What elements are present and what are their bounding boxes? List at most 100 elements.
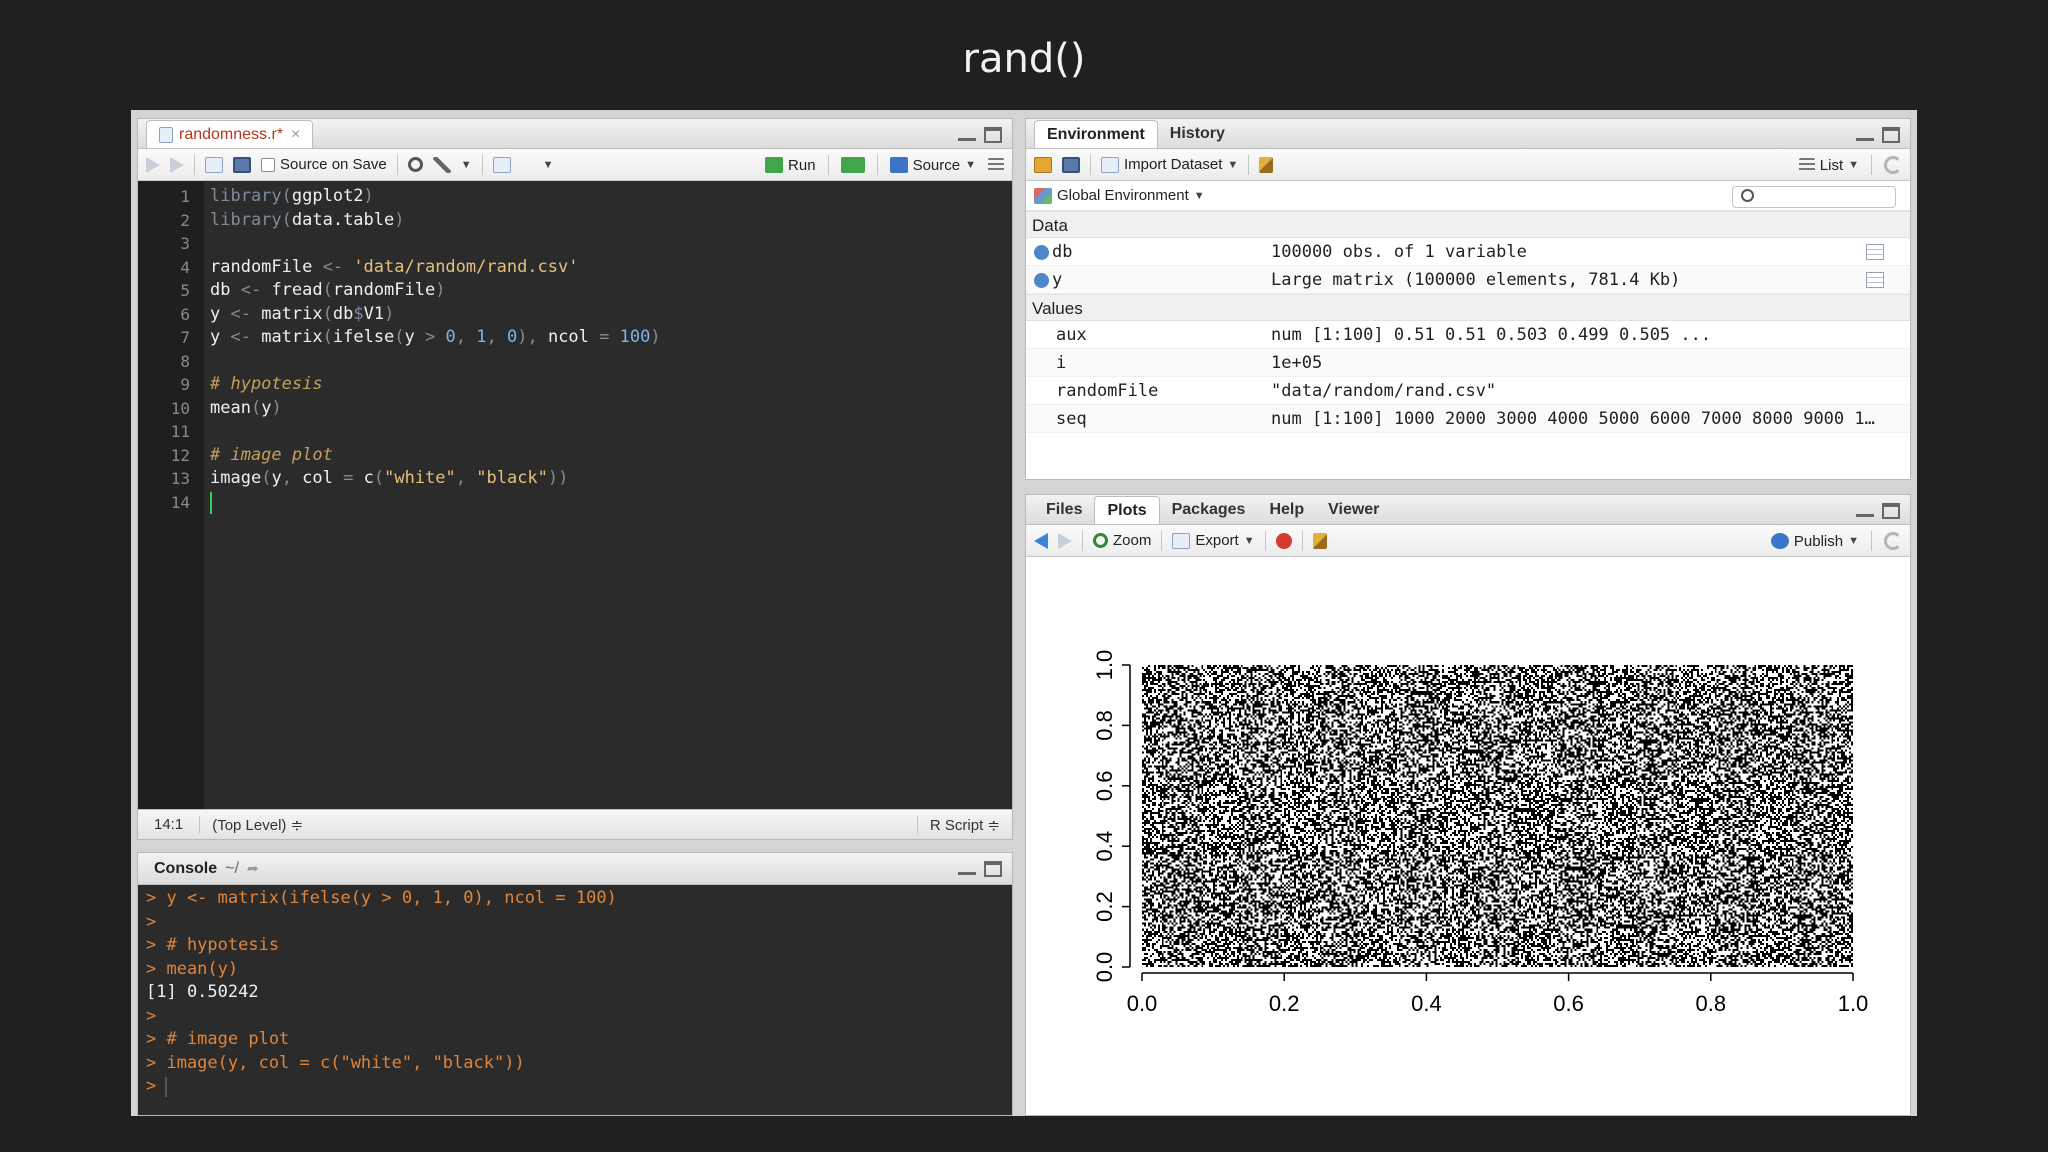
code-line[interactable]: 4 randomFile <- 'data/random/rand.csv'	[138, 256, 1012, 280]
chevron-down-icon[interactable]: ▼	[1244, 535, 1255, 547]
previous-plot-icon[interactable]	[1034, 532, 1048, 549]
remove-plot-icon[interactable]	[1275, 532, 1292, 549]
line-number: 14	[170, 492, 190, 512]
scope-selector[interactable]: (Top Level) ≑	[200, 816, 315, 834]
code-editor[interactable]: 1 library(ggplot2) 2 library(data.table) 3 4 r…	[138, 181, 1012, 809]
run-button[interactable]: Run	[765, 157, 816, 174]
expand-icon[interactable]	[1034, 245, 1049, 260]
publish-button[interactable]: Publish ▼	[1770, 533, 1859, 550]
code-line[interactable]: 6y <- matrix(db$V1)	[138, 303, 1012, 327]
list-view-button[interactable]: List ▼	[1798, 157, 1859, 174]
tab-files[interactable]: Files	[1034, 496, 1094, 524]
expand-icon[interactable]	[1034, 273, 1049, 288]
tab-viewer[interactable]: Viewer	[1316, 496, 1391, 524]
global-environment-selector[interactable]: Global Environment ▼	[1034, 187, 1205, 204]
code-token: (	[250, 397, 262, 418]
search-icon[interactable]	[407, 157, 423, 172]
rerun-icon[interactable]	[840, 157, 865, 173]
refresh-icon[interactable]	[1884, 532, 1902, 550]
zoom-button[interactable]: Zoom	[1093, 532, 1151, 549]
go-to-directory-icon[interactable]: ➦	[247, 860, 259, 877]
chevron-down-icon[interactable]: ▼	[461, 159, 472, 171]
tab-plots[interactable]: Plots	[1094, 496, 1160, 524]
code-line[interactable]: 1 library(ggplot2)	[138, 185, 1012, 209]
export-button[interactable]: Export ▼	[1172, 532, 1255, 549]
maximize-icon[interactable]	[984, 861, 1002, 877]
import-dataset-button[interactable]: Import Dataset ▼	[1101, 156, 1238, 173]
chevron-down-icon[interactable]: ▼	[965, 159, 976, 171]
document-outline-icon[interactable]	[988, 158, 1004, 172]
minimize-icon[interactable]	[1856, 127, 1874, 141]
next-plot-icon[interactable]	[1058, 532, 1072, 549]
save-workspace-icon[interactable]	[1062, 156, 1080, 173]
chevron-down-icon[interactable]: ▼	[543, 159, 554, 171]
clear-plots-broom-icon[interactable]	[1312, 532, 1327, 549]
maximize-icon[interactable]	[1882, 503, 1900, 519]
code-line[interactable]: 7y <- matrix(ifelse(y > 0, 1, 0), ncol =…	[138, 326, 1012, 350]
close-tab-icon[interactable]: ×	[291, 126, 300, 144]
tab-environment[interactable]: Environment	[1034, 120, 1158, 148]
code-line[interactable]: 9 # hypotesis	[138, 373, 1012, 397]
chevron-down-icon[interactable]: ▼	[1227, 159, 1238, 171]
tab-randomness-file[interactable]: randomness.r* ×	[146, 120, 314, 148]
chevron-down-icon[interactable]: ▼	[1194, 190, 1205, 202]
code-token: 1	[476, 327, 487, 347]
code-line[interactable]: 5 db <- fread(randomFile)	[138, 279, 1012, 303]
back-arrow-icon[interactable]	[146, 156, 160, 173]
env-var-value: num [1:100] 1000 2000 3000 4000 5000 600…	[1271, 409, 1881, 429]
code-line[interactable]: 11	[138, 420, 1012, 444]
view-data-grid-icon[interactable]	[1866, 244, 1884, 260]
code-line[interactable]: 8	[138, 350, 1012, 374]
code-line[interactable]: 12 # image plot	[138, 444, 1012, 468]
y-tick-label: 0.4	[1092, 831, 1117, 862]
env-var-value: 1e+05	[1271, 353, 1323, 373]
save-icon[interactable]	[233, 156, 251, 173]
source-on-save-checkbox[interactable]	[261, 157, 275, 172]
view-data-grid-icon[interactable]	[1866, 272, 1884, 288]
source-on-save-toggle[interactable]: Source on Save	[261, 156, 387, 173]
env-row-y[interactable]: y Large matrix (100000 elements, 781.4 K…	[1026, 266, 1910, 294]
toolbar-separator	[1082, 530, 1083, 551]
clear-workspace-broom-icon[interactable]	[1259, 156, 1274, 173]
refresh-icon[interactable]	[1884, 156, 1902, 174]
env-row-db[interactable]: db 100000 obs. of 1 variable	[1026, 238, 1910, 266]
code-line[interactable]: 14	[138, 491, 1012, 515]
env-row-randomfile[interactable]: randomFile "data/random/rand.csv"	[1026, 377, 1910, 405]
filetype-selector[interactable]: R Script ≑	[916, 815, 1012, 834]
maximize-icon[interactable]	[984, 127, 1002, 143]
console-output[interactable]: > y <- matrix(ifelse(y > 0, 1, 0), ncol …	[138, 885, 1012, 1115]
compile-report-icon[interactable]	[492, 156, 511, 173]
tab-packages[interactable]: Packages	[1160, 496, 1258, 524]
forward-arrow-icon[interactable]	[170, 156, 184, 173]
code-token: )	[435, 280, 446, 300]
code-text: db <- fread(randomFile)	[210, 279, 445, 303]
code-line[interactable]: 13 image(y, col = c("white", "black"))	[138, 467, 1012, 491]
show-in-window-icon[interactable]	[205, 156, 223, 173]
env-row-aux[interactable]: aux num [1:100] 0.51 0.51 0.503 0.499 0.…	[1026, 321, 1910, 349]
code-token: randomFile	[332, 280, 436, 300]
minimize-icon[interactable]	[958, 861, 976, 875]
code-line[interactable]: 2 library(data.table)	[138, 209, 1012, 233]
env-row-seq[interactable]: seq num [1:100] 1000 2000 3000 4000 5000…	[1026, 405, 1910, 433]
chevron-down-icon[interactable]: ▼	[1848, 159, 1859, 171]
code-tools-wand-icon[interactable]	[432, 156, 451, 173]
source-button[interactable]: Source ▼	[889, 157, 976, 174]
tab-help[interactable]: Help	[1257, 496, 1316, 524]
env-search-input[interactable]	[1732, 186, 1896, 208]
tab-history[interactable]: History	[1158, 120, 1237, 148]
environment-list: Data db 100000 obs. of 1 variable y Larg…	[1026, 211, 1910, 479]
code-text: library(data.table)	[210, 209, 405, 233]
code-token: matrix	[261, 303, 323, 324]
chevron-down-icon[interactable]: ▼	[1848, 535, 1859, 547]
data-section-header: Data	[1026, 211, 1910, 238]
load-workspace-icon[interactable]	[1034, 156, 1052, 173]
code-token: db	[210, 280, 241, 300]
code-line[interactable]: 10 mean(y)	[138, 397, 1012, 421]
code-line[interactable]: 3	[138, 232, 1012, 256]
maximize-icon[interactable]	[1882, 127, 1900, 143]
code-token: ))	[547, 468, 569, 488]
minimize-icon[interactable]	[958, 127, 976, 141]
env-row-i[interactable]: i 1e+05	[1026, 349, 1910, 377]
minimize-icon[interactable]	[1856, 503, 1874, 517]
console-output-line: [1] 0.50242	[146, 982, 259, 1002]
